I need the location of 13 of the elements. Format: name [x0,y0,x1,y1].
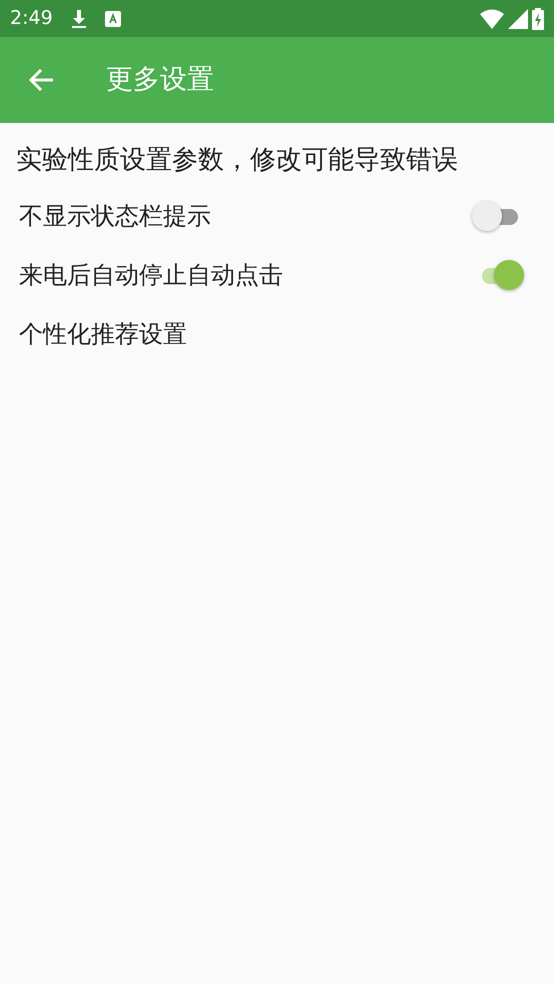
setting-label: 来电后自动停止自动点击 [19,260,283,290]
back-button[interactable] [28,68,54,92]
settings-link[interactable]: 个性化推荐设置 [19,316,187,352]
download-icon [70,8,87,28]
status-time: 2:49 [10,6,53,32]
back-arrow-icon [28,68,54,92]
screen-title: 更多设置 [106,62,214,97]
warning-text: 实验性质设置参数，修改可能导致错误 [15,144,459,177]
signal-icon [508,8,528,28]
keyboard-icon [104,10,121,26]
setting-label: 不显示状态栏提示 [19,200,211,232]
battery-icon [532,8,544,30]
wifi-icon [480,8,504,28]
